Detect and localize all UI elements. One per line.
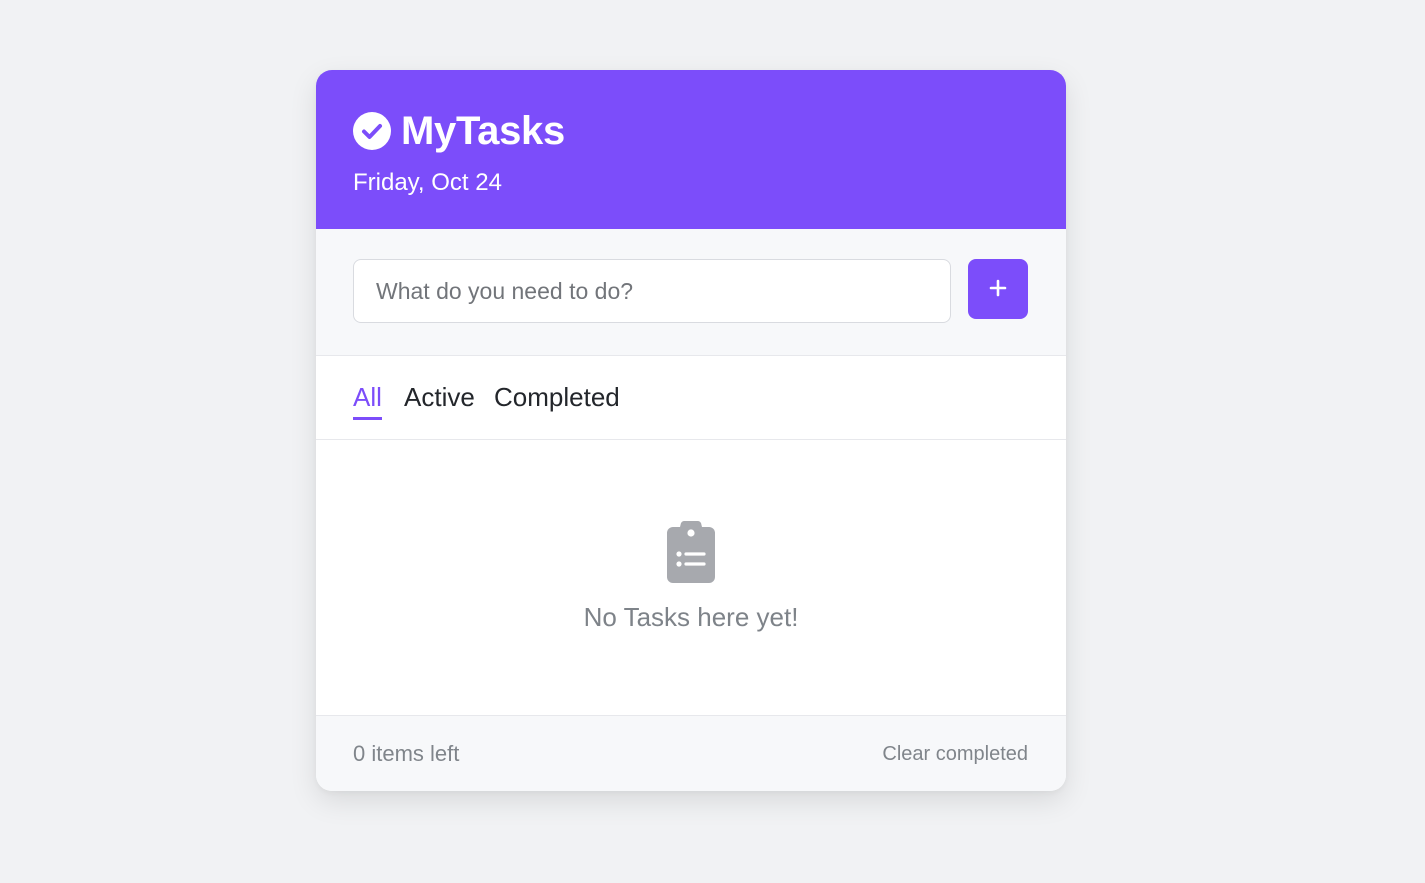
filter-tabs: All Active Completed xyxy=(316,356,1066,440)
check-circle-icon xyxy=(353,112,391,150)
current-date: Friday, Oct 24 xyxy=(353,169,502,196)
add-task-button[interactable] xyxy=(968,259,1028,319)
footer: 0 items left Clear completed xyxy=(316,715,1066,791)
add-task-section xyxy=(316,229,1066,356)
plus-icon xyxy=(988,278,1008,301)
empty-state: No Tasks here yet! xyxy=(316,440,1066,715)
clear-completed-button[interactable]: Clear completed xyxy=(882,740,1028,768)
items-left-count: 0 items left xyxy=(353,741,460,766)
todo-card: MyTasks Friday, Oct 24 All Active Comple… xyxy=(316,70,1066,791)
clipboard-list-icon xyxy=(667,520,715,583)
tab-completed[interactable]: Completed xyxy=(494,380,620,417)
brand: MyTasks xyxy=(353,108,565,154)
new-task-input[interactable] xyxy=(353,259,951,323)
tab-all[interactable]: All xyxy=(353,380,382,420)
tab-active[interactable]: Active xyxy=(404,380,475,417)
empty-state-message: No Tasks here yet! xyxy=(583,602,799,632)
app-title: MyTasks xyxy=(401,109,565,153)
app-header: MyTasks Friday, Oct 24 xyxy=(316,70,1066,229)
